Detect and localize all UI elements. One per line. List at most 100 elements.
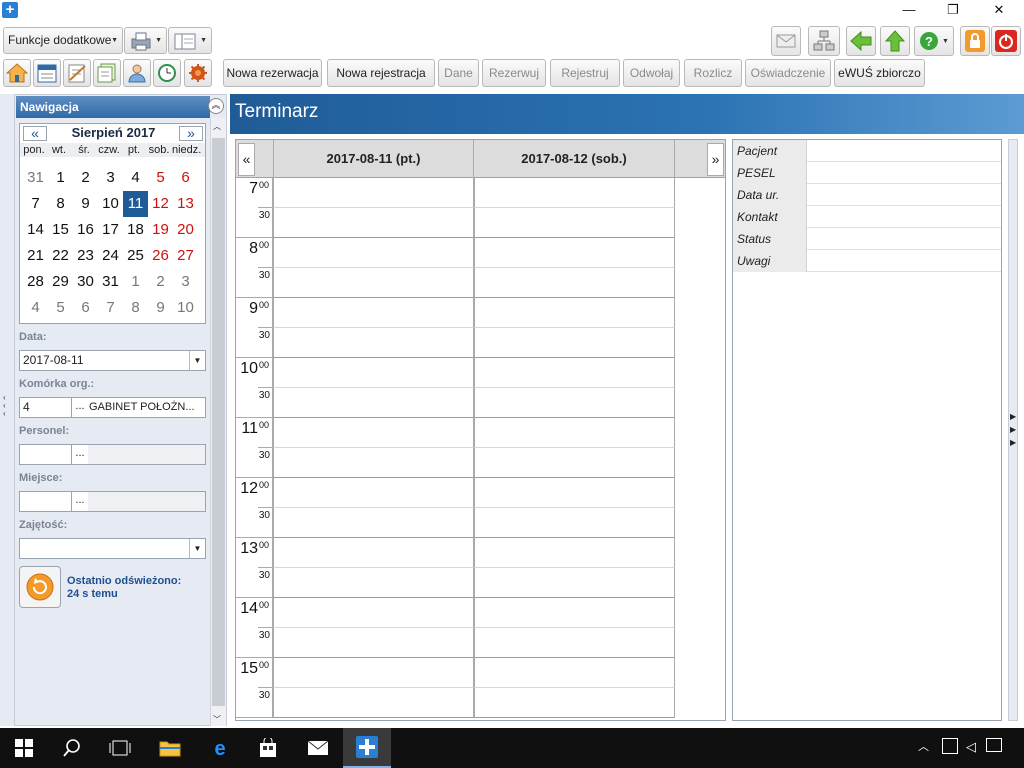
calendar-day[interactable]: 3 xyxy=(173,269,198,295)
time-slot[interactable] xyxy=(474,568,675,598)
calendar-day[interactable]: 31 xyxy=(23,165,48,191)
calendar-day[interactable]: 31 xyxy=(98,269,123,295)
time-slot[interactable] xyxy=(273,208,474,238)
calendar-day[interactable]: 21 xyxy=(23,243,48,269)
time-slot[interactable] xyxy=(273,508,474,538)
time-slot[interactable] xyxy=(474,478,675,508)
odwolaj-button[interactable]: Odwołaj xyxy=(623,59,680,87)
time-slot[interactable] xyxy=(474,448,675,478)
calendar-day[interactable]: 12 xyxy=(148,191,173,217)
right-collapse-strip[interactable]: ▶ ▶ ▶ xyxy=(1008,139,1018,721)
personel-browse-button[interactable]: ... xyxy=(71,445,88,464)
power-button[interactable] xyxy=(991,26,1021,56)
settings-button[interactable] xyxy=(184,59,212,87)
time-slot[interactable] xyxy=(273,568,474,598)
oswiadczenie-button[interactable]: Oświadczenie xyxy=(745,59,831,87)
time-slot[interactable] xyxy=(273,478,474,508)
time-slot[interactable] xyxy=(273,418,474,448)
calendar-day[interactable]: 1 xyxy=(123,269,148,295)
miejsce-field[interactable]: ... xyxy=(19,491,206,512)
time-slot[interactable] xyxy=(273,388,474,418)
file-explorer-button[interactable] xyxy=(146,728,194,768)
scroll-thumb[interactable] xyxy=(212,138,225,706)
time-slot[interactable] xyxy=(474,418,675,448)
time-slot[interactable] xyxy=(474,358,675,388)
patients-button[interactable] xyxy=(123,59,151,87)
up-button[interactable] xyxy=(880,26,910,56)
time-slot[interactable] xyxy=(474,178,675,208)
documents-button[interactable] xyxy=(93,59,121,87)
calendar-day[interactable]: 4 xyxy=(123,165,148,191)
restore-button[interactable]: ❐ xyxy=(930,0,976,22)
time-slot[interactable] xyxy=(273,598,474,628)
mail-app-button[interactable] xyxy=(294,728,342,768)
home-button[interactable] xyxy=(3,59,31,87)
calendar-day[interactable]: 26 xyxy=(148,243,173,269)
calendar-day[interactable]: 5 xyxy=(48,295,73,321)
collapse-up-icon[interactable]: ︽ xyxy=(208,98,224,114)
calendar-day[interactable]: 9 xyxy=(148,295,173,321)
notifications-icon[interactable] xyxy=(986,738,1002,752)
task-view-button[interactable] xyxy=(96,728,144,768)
nav-scrollbar[interactable]: ︿ ﹀ xyxy=(210,118,226,726)
mail-button[interactable] xyxy=(771,26,801,56)
help-dropdown[interactable]: ? ▼ xyxy=(914,26,954,56)
time-slot[interactable] xyxy=(474,388,675,418)
calendar-day[interactable]: 11 xyxy=(123,191,148,217)
time-slot[interactable] xyxy=(273,628,474,658)
store-button[interactable] xyxy=(244,728,292,768)
calendar-day[interactable]: 9 xyxy=(73,191,98,217)
chevron-down-icon[interactable]: ▼ xyxy=(189,539,205,558)
time-slot[interactable] xyxy=(273,238,474,268)
time-slot[interactable] xyxy=(474,688,675,718)
notes-button[interactable] xyxy=(63,59,91,87)
time-slot[interactable] xyxy=(273,298,474,328)
personel-input[interactable] xyxy=(20,445,71,464)
calendar-day[interactable]: 8 xyxy=(48,191,73,217)
personel-field[interactable]: ... xyxy=(19,444,206,465)
dane-button[interactable]: Dane xyxy=(438,59,479,87)
refresh-schedule-button[interactable] xyxy=(153,59,181,87)
calendar-day[interactable]: 16 xyxy=(73,217,98,243)
calendar-day[interactable]: 13 xyxy=(173,191,198,217)
minimize-button[interactable]: — xyxy=(886,0,932,22)
refresh-button[interactable] xyxy=(19,566,61,608)
prev-month-button[interactable]: « xyxy=(23,126,47,141)
print-dropdown[interactable]: ▼ xyxy=(124,27,167,54)
calendar-day[interactable]: 3 xyxy=(98,165,123,191)
time-slot[interactable] xyxy=(273,538,474,568)
volume-icon[interactable]: ◁ xyxy=(966,739,976,755)
ewus-zbiorczo-button[interactable]: eWUŚ zbiorczo xyxy=(834,59,925,87)
komorka-field[interactable]: 4 ... GABINET POŁOŻN... xyxy=(19,397,206,418)
calendar-day[interactable]: 30 xyxy=(73,269,98,295)
rezerwuj-button[interactable]: Rezerwuj xyxy=(482,59,546,87)
calendar-day[interactable]: 24 xyxy=(98,243,123,269)
nowa-rejestracja-button[interactable]: Nowa rejestracja xyxy=(327,59,435,87)
calendar-day[interactable]: 18 xyxy=(123,217,148,243)
calendar-day[interactable]: 19 xyxy=(148,217,173,243)
scroll-up-icon[interactable]: ︿ xyxy=(213,121,221,132)
time-slot[interactable] xyxy=(474,268,675,298)
rejestruj-button[interactable]: Rejestruj xyxy=(550,59,620,87)
search-button[interactable] xyxy=(48,728,96,768)
view-dropdown[interactable]: ▼ xyxy=(168,27,212,54)
calendar-day[interactable]: 20 xyxy=(173,217,198,243)
time-slot[interactable] xyxy=(273,178,474,208)
active-app-button[interactable] xyxy=(343,728,391,768)
lock-button[interactable] xyxy=(960,26,990,56)
schedule-next-button[interactable]: » xyxy=(707,143,724,176)
time-slot[interactable] xyxy=(474,508,675,538)
org-structure-button[interactable] xyxy=(808,26,840,56)
calendar-day[interactable]: 2 xyxy=(148,269,173,295)
calendar-day[interactable]: 7 xyxy=(23,191,48,217)
time-slot[interactable] xyxy=(273,688,474,718)
calendar-day[interactable]: 17 xyxy=(98,217,123,243)
time-slot[interactable] xyxy=(273,268,474,298)
time-slot[interactable] xyxy=(273,448,474,478)
calendar-day[interactable]: 6 xyxy=(173,165,198,191)
day-column-header[interactable]: 2017-08-11 (pt.) xyxy=(273,140,474,178)
tray-chevron-up-icon[interactable]: ︿ xyxy=(918,738,929,754)
calendar-day[interactable]: 22 xyxy=(48,243,73,269)
chevron-down-icon[interactable]: ▼ xyxy=(189,351,205,370)
data-field[interactable]: 2017-08-11 ▼ xyxy=(19,350,206,371)
